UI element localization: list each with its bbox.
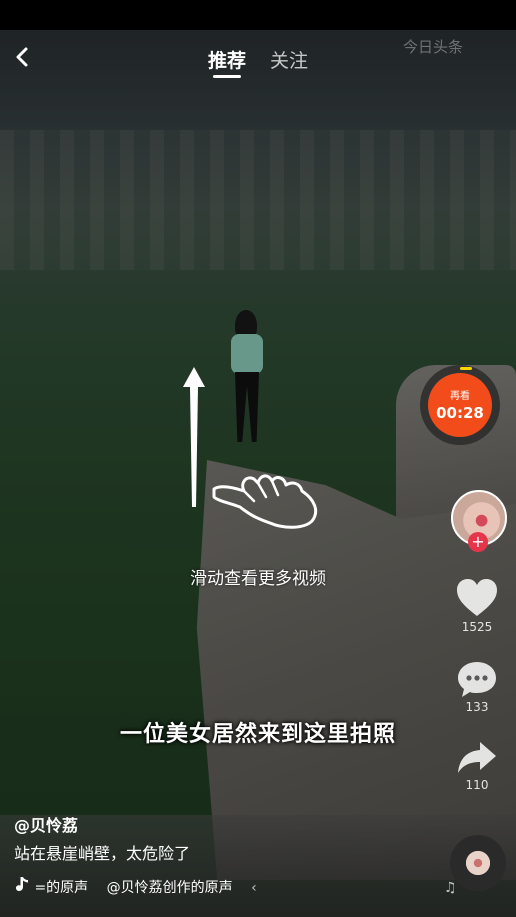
video-feed-screen: 推荐 关注 今日头条 滑动查看更多视频 一位美女居然来到这里拍照 再看 00:2… (0, 0, 516, 917)
music-text-1: =的原声 (34, 880, 89, 896)
tab-active-indicator (213, 75, 241, 78)
hand-icon (212, 474, 318, 529)
share-button[interactable]: 110 (452, 740, 502, 792)
tiktok-note-icon (16, 877, 28, 891)
music-trail: ‹ (251, 880, 257, 896)
status-bar (0, 0, 516, 30)
tab-following[interactable]: 关注 (270, 46, 308, 73)
rewatch-timer[interactable]: 再看 00:28 (420, 365, 500, 445)
swipe-hint-text: 滑动查看更多视频 (190, 569, 326, 589)
share-icon (458, 742, 496, 773)
comment-button[interactable]: 133 (452, 660, 502, 714)
video-caption-subtitle: 一位美女居然来到这里拍照 (119, 722, 396, 747)
share-count: 110 (465, 778, 489, 792)
swipe-arrow-icon (183, 367, 205, 507)
timer-time: 00:28 (436, 404, 484, 422)
like-count: 1525 (461, 620, 493, 634)
music-marquee[interactable]: =的原声 @贝怜荔创作的原声 ‹ (14, 876, 257, 897)
timer-progress-mark (460, 367, 472, 370)
follow-plus-button[interactable]: + (468, 532, 488, 552)
music-disc[interactable] (450, 835, 506, 891)
timer-badge: 再看 00:28 (428, 373, 492, 437)
back-icon[interactable] (10, 44, 36, 70)
watermark: 今日头条 (403, 38, 464, 56)
comment-icon (458, 662, 496, 697)
comment-count: 133 (465, 700, 489, 714)
video-description: 站在悬崖峭壁，太危险了 (14, 844, 191, 863)
author-name[interactable]: @贝怜荔 (14, 812, 78, 836)
timer-label: 再看 (450, 391, 470, 402)
tab-recommend[interactable]: 推荐 (208, 46, 246, 73)
like-button[interactable]: 1525 (452, 578, 502, 634)
heart-icon (457, 579, 497, 616)
music-note-icon: ♫ (444, 880, 457, 896)
music-text-2: @贝怜荔创作的原声 (106, 880, 233, 896)
